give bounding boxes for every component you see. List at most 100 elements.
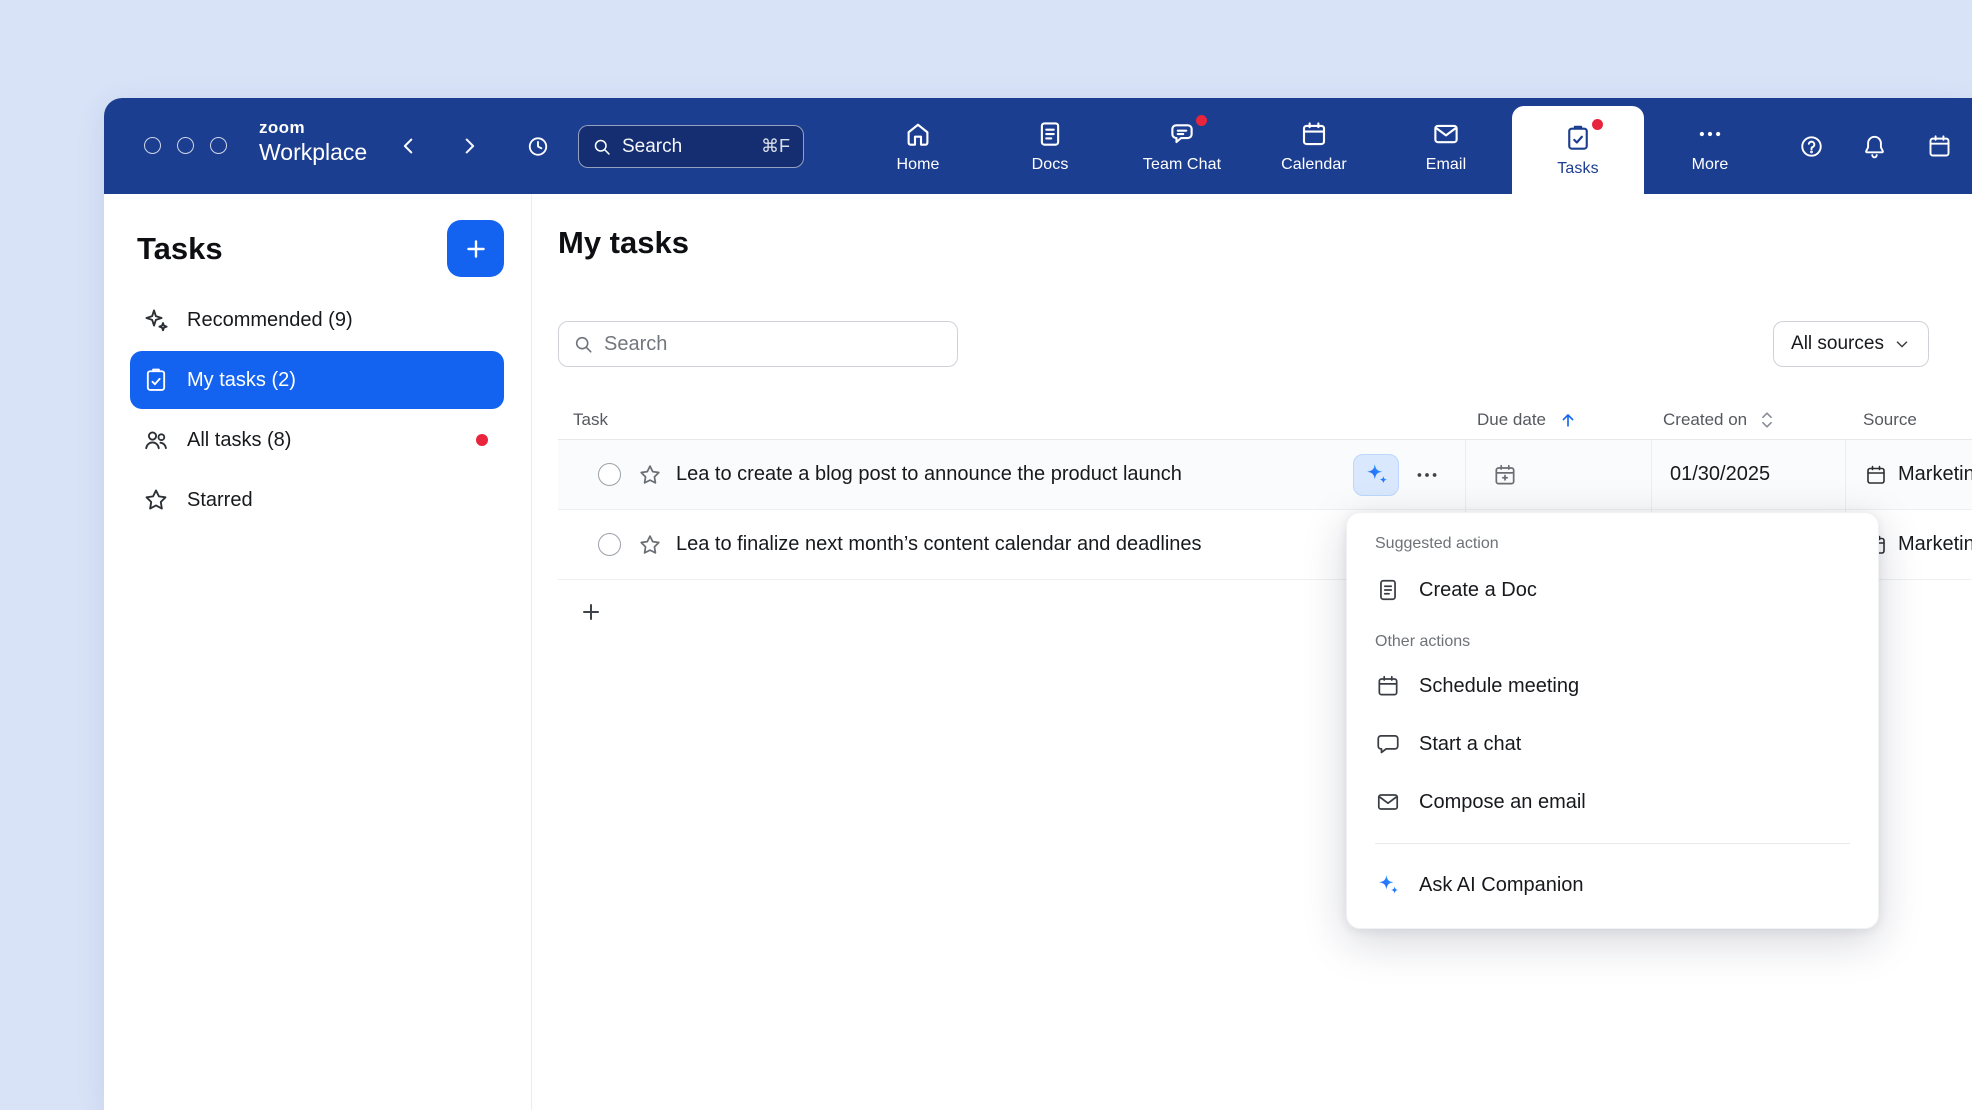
plus-icon xyxy=(579,600,603,624)
zoom-workplace-logo: zoom Workplace xyxy=(259,119,367,165)
row-more-button[interactable] xyxy=(1413,461,1441,489)
sidebar-item-starred[interactable]: Starred xyxy=(130,471,504,529)
nav-item-email[interactable]: Email xyxy=(1380,98,1512,194)
team-chat-icon xyxy=(1167,119,1197,149)
search-shortcut: ⌘F xyxy=(761,136,790,157)
sources-filter-dropdown[interactable]: All sources xyxy=(1773,321,1929,367)
chat-bubble-icon xyxy=(1375,731,1401,757)
star-icon xyxy=(142,486,170,514)
ai-actions-popup: Suggested action Create a Doc Other acti… xyxy=(1346,512,1879,929)
menu-item-label: Compose an email xyxy=(1419,791,1586,814)
task-complete-checkbox[interactable] xyxy=(598,463,621,486)
source-cell: Marketin xyxy=(1845,440,1972,509)
star-icon[interactable] xyxy=(637,462,663,488)
sources-filter-label: All sources xyxy=(1791,333,1884,355)
table-header-row: Task Due date Created on xyxy=(558,400,1972,440)
search-icon xyxy=(592,137,612,157)
sidebar-list: Recommended (9) My tasks (2) All tasks (… xyxy=(104,291,531,529)
sidebar-item-all-tasks[interactable]: All tasks (8) xyxy=(130,411,504,469)
window-control-minimize[interactable] xyxy=(177,137,194,154)
calendar-tray-button[interactable] xyxy=(1922,129,1956,163)
doc-icon xyxy=(1375,577,1401,603)
menu-item-schedule-meeting[interactable]: Schedule meeting xyxy=(1347,657,1878,715)
source-label: Marketin xyxy=(1898,533,1972,556)
global-search[interactable]: Search ⌘F xyxy=(578,125,804,168)
tasks-icon xyxy=(1563,123,1593,153)
sidebar-item-label: All tasks (8) xyxy=(187,429,291,452)
sort-ascending-icon xyxy=(1558,410,1578,430)
due-date-cell[interactable] xyxy=(1465,440,1651,509)
sidebar-title: Tasks xyxy=(137,231,223,267)
home-icon xyxy=(903,119,933,149)
nav-item-docs[interactable]: Docs xyxy=(984,98,1116,194)
app-window: zoom Workplace Search ⌘F xyxy=(104,98,1972,1110)
nav-item-calendar[interactable]: Calendar xyxy=(1248,98,1380,194)
sidebar-item-recommended[interactable]: Recommended (9) xyxy=(130,291,504,349)
history-button[interactable] xyxy=(521,129,555,163)
nav-item-team-chat[interactable]: Team Chat xyxy=(1116,98,1248,194)
nav-label: More xyxy=(1692,156,1729,174)
header-source[interactable]: Source xyxy=(1845,410,1972,430)
task-search[interactable] xyxy=(558,321,958,367)
notification-dot xyxy=(1196,115,1207,126)
nav-item-home[interactable]: Home xyxy=(852,98,984,194)
sidebar-item-my-tasks[interactable]: My tasks (2) xyxy=(130,351,504,409)
forward-button[interactable] xyxy=(452,129,486,163)
main-content: My tasks All sources Task xyxy=(532,194,1972,1110)
bell-icon xyxy=(1861,133,1888,160)
notification-dot xyxy=(1592,119,1603,130)
menu-item-label: Create a Doc xyxy=(1419,579,1537,602)
logo-workplace-text: Workplace xyxy=(259,140,367,165)
sort-toggle-icon xyxy=(1759,410,1775,430)
plus-icon xyxy=(463,236,489,262)
header-created-on[interactable]: Created on xyxy=(1651,410,1845,430)
ai-sparkle-icon xyxy=(1375,872,1401,898)
my-tasks-icon xyxy=(142,366,170,394)
people-icon xyxy=(142,426,170,454)
docs-icon xyxy=(1035,119,1065,149)
page-title: My tasks xyxy=(558,225,689,261)
task-row[interactable]: Lea to create a blog post to announce th… xyxy=(558,440,1972,510)
task-complete-checkbox[interactable] xyxy=(598,533,621,556)
more-ellipsis-icon xyxy=(1695,119,1725,149)
menu-item-create-doc[interactable]: Create a Doc xyxy=(1347,561,1878,619)
back-button[interactable] xyxy=(392,129,426,163)
nav-item-more[interactable]: More xyxy=(1644,98,1776,194)
calendar-icon xyxy=(1299,119,1329,149)
help-button[interactable] xyxy=(1794,129,1828,163)
primary-nav: Home Docs Team Chat Calendar xyxy=(852,98,1776,194)
history-clock-icon xyxy=(525,133,551,159)
menu-item-compose-email[interactable]: Compose an email xyxy=(1347,773,1878,831)
suggested-action-label: Suggested action xyxy=(1347,535,1878,553)
sidebar-item-label: Recommended (9) xyxy=(187,309,353,332)
header-task: Task xyxy=(558,410,1465,430)
email-icon xyxy=(1431,119,1461,149)
window-control-maximize[interactable] xyxy=(210,137,227,154)
menu-item-label: Ask AI Companion xyxy=(1419,874,1584,897)
sidebar-item-label: Starred xyxy=(187,489,253,512)
email-icon xyxy=(1375,789,1401,815)
menu-item-start-chat[interactable]: Start a chat xyxy=(1347,715,1878,773)
nav-item-tasks[interactable]: Tasks xyxy=(1512,106,1644,194)
window-control-close[interactable] xyxy=(144,137,161,154)
sparkle-icon xyxy=(142,306,170,334)
ai-sparkle-icon xyxy=(1363,461,1390,488)
logo-zoom-text: zoom xyxy=(259,119,367,138)
new-task-button[interactable] xyxy=(447,220,504,277)
global-search-placeholder: Search xyxy=(622,136,682,158)
ai-companion-button[interactable] xyxy=(1353,454,1399,496)
star-icon[interactable] xyxy=(637,532,663,558)
task-search-input[interactable] xyxy=(604,333,943,356)
chevron-left-icon xyxy=(398,135,420,157)
notification-dot xyxy=(476,434,488,446)
menu-item-ask-ai-companion[interactable]: Ask AI Companion xyxy=(1347,856,1878,914)
add-due-date-icon xyxy=(1492,462,1518,488)
notifications-button[interactable] xyxy=(1857,129,1891,163)
created-on-cell: 01/30/2025 xyxy=(1651,440,1845,509)
sidebar-item-label: My tasks (2) xyxy=(187,369,296,392)
window-controls xyxy=(144,137,227,154)
nav-label: Email xyxy=(1426,156,1467,174)
search-icon xyxy=(573,334,594,355)
nav-label: Home xyxy=(896,156,939,174)
header-due-date[interactable]: Due date xyxy=(1465,410,1651,430)
